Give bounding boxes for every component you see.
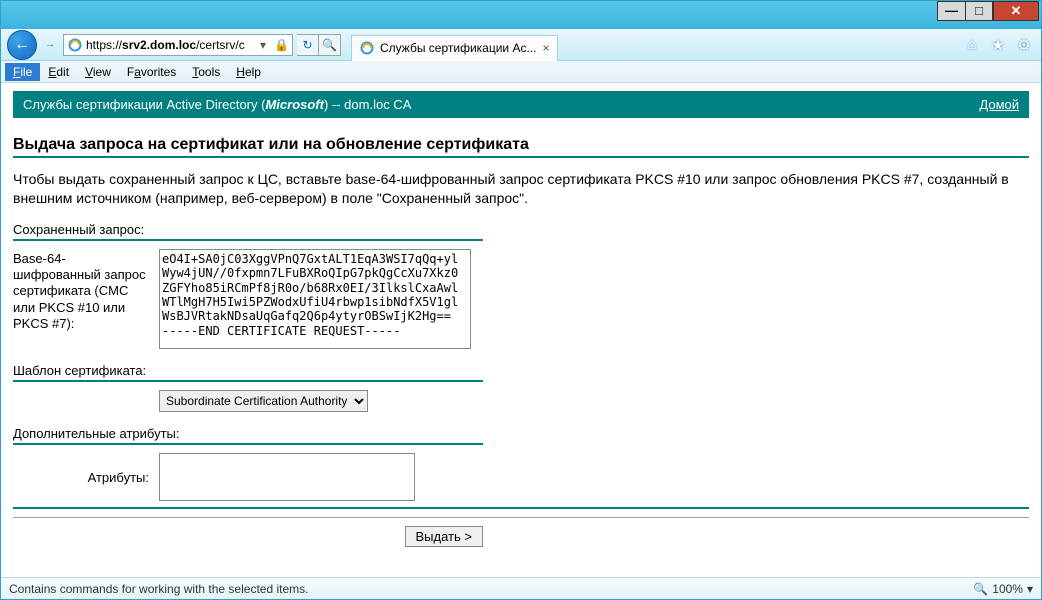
divider [13, 517, 1029, 518]
divider [13, 507, 1029, 509]
menu-tools[interactable]: Tools [184, 63, 228, 81]
page-title: Выдача запроса на сертификат или на обно… [13, 136, 1029, 154]
forward-button[interactable]: → [41, 32, 59, 58]
window: — □ ✕ ← → https://srv2.dom.loc/certsrv/c… [0, 0, 1042, 600]
cert-template-select[interactable]: Subordinate Certification Authority [159, 390, 368, 412]
menu-favorites[interactable]: Favorites [119, 63, 184, 81]
tab-close-icon[interactable]: × [542, 41, 549, 55]
ca-title-prefix: Службы сертификации Active Directory ( [23, 97, 265, 112]
url-dropdown-icon[interactable]: ▾ [256, 38, 270, 52]
status-bar: Contains commands for working with the s… [1, 577, 1041, 599]
divider [13, 156, 1029, 158]
home-icon[interactable]: ⌂ [961, 34, 983, 56]
ie-icon [360, 41, 374, 55]
intro-text: Чтобы выдать сохраненный запрос к ЦС, вс… [13, 170, 1029, 208]
attrs-label: Атрибуты: [13, 468, 153, 486]
status-text: Contains commands for working with the s… [9, 582, 308, 596]
zoom-dropdown-icon[interactable]: ▾ [1027, 582, 1033, 596]
additional-attrs-section-label: Дополнительные атрибуты: [13, 426, 1029, 441]
saved-request-textarea[interactable] [159, 249, 471, 349]
ca-header-band: Службы сертификации Active Directory (Mi… [13, 91, 1029, 118]
ca-title-suffix: ) -- dom.loc CA [324, 97, 411, 112]
ie-icon [68, 38, 82, 52]
zoom-icon: 🔍 [973, 582, 988, 596]
divider [13, 380, 483, 382]
menu-help[interactable]: Help [228, 63, 269, 81]
titlebar: — □ ✕ [1, 1, 1041, 29]
zoom-control[interactable]: 🔍 100% ▾ [973, 582, 1033, 596]
tab-title: Службы сертификации Ac... [380, 41, 536, 55]
lock-icon: 🔒 [274, 38, 288, 52]
ca-title-brand: Microsoft [265, 97, 324, 112]
attrs-textarea[interactable] [159, 453, 415, 501]
divider [13, 239, 483, 241]
menu-bar: File Edit View Favorites Tools Help [1, 61, 1041, 83]
page-content: Службы сертификации Active Directory (Mi… [1, 83, 1041, 577]
back-button[interactable]: ← [7, 30, 37, 60]
settings-icon[interactable]: ⚙ [1013, 34, 1035, 56]
saved-request-section-label: Сохраненный запрос: [13, 222, 1029, 237]
close-button[interactable]: ✕ [993, 1, 1039, 21]
cert-template-section-label: Шаблон сертификата: [13, 363, 1029, 378]
divider [13, 443, 483, 445]
url-text: https://srv2.dom.loc/certsrv/c [86, 38, 252, 52]
address-bar[interactable]: https://srv2.dom.loc/certsrv/c ▾ 🔒 [63, 34, 293, 56]
submit-button[interactable]: Выдать > [405, 526, 483, 547]
menu-file[interactable]: File [5, 63, 40, 81]
browser-tab[interactable]: Службы сертификации Ac... × [351, 35, 558, 61]
saved-request-label: Base-64-шифрованный запрос сертификата (… [13, 249, 153, 332]
maximize-button[interactable]: □ [965, 1, 993, 21]
browser-toolbar: ← → https://srv2.dom.loc/certsrv/c ▾ 🔒 ↻… [1, 29, 1041, 61]
menu-view[interactable]: View [77, 63, 119, 81]
refresh-button[interactable]: ↻ [297, 34, 319, 56]
zoom-value: 100% [992, 582, 1023, 596]
search-button[interactable]: 🔍 [319, 34, 341, 56]
home-link[interactable]: Домой [979, 97, 1019, 112]
minimize-button[interactable]: — [937, 1, 965, 21]
favorites-icon[interactable]: ★ [987, 34, 1009, 56]
menu-edit[interactable]: Edit [40, 63, 77, 81]
